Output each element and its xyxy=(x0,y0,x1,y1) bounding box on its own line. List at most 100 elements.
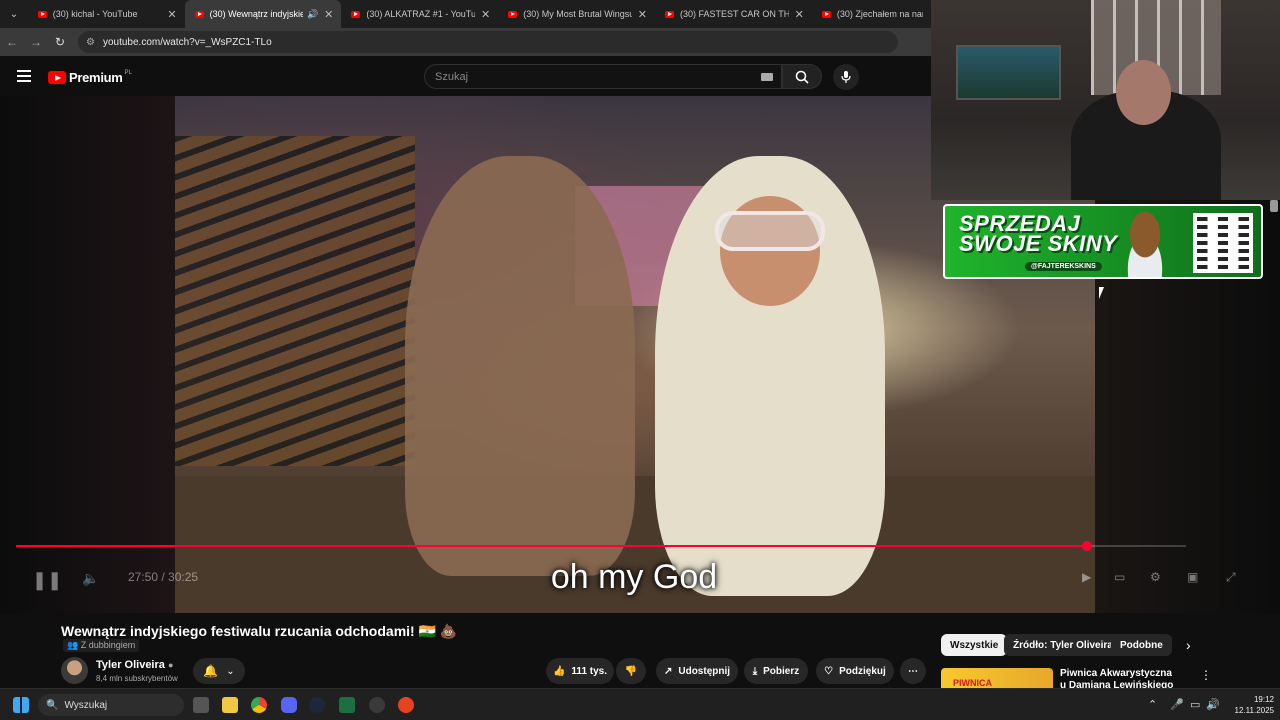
speaker-icon[interactable]: 🔊 xyxy=(307,9,318,20)
windows-start-icon[interactable] xyxy=(13,697,29,713)
subscriber-count: 8,4 mln subskrybentów xyxy=(96,674,178,683)
tab-title: (30) Zjechałem na nartach xyxy=(836,9,923,19)
logo-text: Premium xyxy=(69,70,123,85)
progress-scrubber[interactable] xyxy=(1081,541,1092,551)
network-icon[interactable]: ▭ xyxy=(1190,698,1200,711)
address-bar: ← → ↻ ⚙ youtube.com/watch?v=_WsPZC1-TLo xyxy=(0,28,931,56)
volume-icon[interactable]: 🔊 xyxy=(1206,698,1220,711)
ambient-left xyxy=(0,96,175,613)
search-placeholder: Szukaj xyxy=(435,70,469,83)
chevron-up-icon[interactable]: ⌃ xyxy=(1148,698,1157,711)
reload-icon[interactable]: ↻ xyxy=(48,35,72,49)
youtube-favicon-icon xyxy=(665,10,675,18)
qr-code-icon xyxy=(1193,213,1253,273)
obs-icon[interactable] xyxy=(369,697,385,713)
tab-3[interactable]: (30) ALKATRAZ #1 - YouTube ✕ xyxy=(341,0,498,28)
windows-taskbar: 🔍 Wyszukaj ⌃ 🎤 ▭ 🔊 19:12 12.11.2025 xyxy=(0,688,1280,720)
progress-bar[interactable] xyxy=(16,541,1186,551)
sponsor-banner: SPRZEDAJ SWOJE SKINY @FAJTEREKSKINS xyxy=(943,204,1263,279)
thanks-button[interactable]: ♡ Podziękuj xyxy=(816,658,894,684)
tab-4[interactable]: (30) My Most Brutal Wingsuit F ✕ xyxy=(498,0,655,28)
system-clock[interactable]: 19:12 12.11.2025 xyxy=(1226,694,1274,716)
like-button[interactable]: 👍 111 tys. xyxy=(546,658,614,684)
more-icon: ⋯ xyxy=(908,665,918,677)
scene-man xyxy=(405,156,635,576)
task-view-icon[interactable] xyxy=(193,697,209,713)
webcam-overlay xyxy=(931,0,1280,200)
tab-title: (30) Wewnątrz indyjskiego f xyxy=(209,9,303,19)
banner-line-2: SWOJE SKINY xyxy=(959,231,1118,256)
tab-6[interactable]: (30) Zjechałem na nartach xyxy=(812,0,931,28)
verified-icon: ● xyxy=(167,660,174,670)
keyboard-icon[interactable] xyxy=(761,73,773,81)
app-icon[interactable] xyxy=(398,697,414,713)
video-title: Wewnątrz indyjskiego festiwalu rzucania … xyxy=(61,623,458,639)
country-code: PL xyxy=(124,69,132,76)
youtube-header: Premium PL Szukaj xyxy=(0,56,931,96)
download-button[interactable]: ⤓ Pobierz xyxy=(744,658,808,684)
tab-5[interactable]: (30) FASTEST CAR ON THE PLA ✕ xyxy=(655,0,812,28)
chip-source[interactable]: Źródło: Tyler Oliveira xyxy=(1004,634,1122,656)
microphone-icon[interactable]: 🎤 xyxy=(1170,698,1184,711)
menu-icon[interactable] xyxy=(17,70,31,85)
site-info-icon[interactable]: ⚙ xyxy=(86,37,95,48)
close-tab-icon[interactable]: ✕ xyxy=(638,8,647,21)
recommendation-thumbnail[interactable]: PIWNICA xyxy=(941,668,1053,688)
tab-title: (30) FASTEST CAR ON THE PLA xyxy=(680,9,789,19)
back-icon[interactable]: ← xyxy=(0,35,24,49)
progress-fill xyxy=(16,545,1087,547)
youtube-favicon-icon xyxy=(351,10,361,18)
youtube-favicon-icon xyxy=(508,10,518,18)
url-field[interactable]: ⚙ youtube.com/watch?v=_WsPZC1-TLo xyxy=(78,31,898,53)
youtube-favicon-icon xyxy=(194,10,204,18)
more-actions-button[interactable]: ⋯ xyxy=(900,658,926,684)
tab-2-active[interactable]: (30) Wewnątrz indyjskiego f 🔊 ✕ xyxy=(184,0,342,28)
search-icon: 🔍 xyxy=(46,699,59,711)
thumbs-up-icon: 👍 xyxy=(552,665,566,677)
clock-time: 19:12 xyxy=(1253,695,1274,704)
taskbar-search-input[interactable]: 🔍 Wyszukaj xyxy=(38,694,184,716)
discord-icon[interactable] xyxy=(281,697,297,713)
banner-handle: @FAJTEREKSKINS xyxy=(1025,262,1102,271)
excel-icon[interactable] xyxy=(339,697,355,713)
search-input[interactable]: Szukaj xyxy=(424,64,782,89)
close-tab-icon[interactable]: ✕ xyxy=(481,8,490,21)
close-tab-icon[interactable]: ✕ xyxy=(324,8,333,21)
close-tab-icon[interactable]: ✕ xyxy=(167,8,176,21)
thumbs-down-icon: 👎 xyxy=(624,665,638,677)
search-icon xyxy=(795,70,809,84)
tab-search-icon[interactable]: ⌄ xyxy=(0,0,28,28)
dislike-button[interactable]: 👎 xyxy=(616,658,646,684)
chevron-right-icon[interactable]: › xyxy=(1186,637,1191,653)
thumbnail-text: PIWNICA xyxy=(953,678,992,688)
microphone-icon xyxy=(841,71,851,83)
steam-icon[interactable] xyxy=(309,697,325,713)
share-button[interactable]: ↗ Udostępnij xyxy=(656,658,738,684)
tab-title: (30) ALKATRAZ #1 - YouTube xyxy=(366,9,475,19)
forward-icon[interactable]: → xyxy=(24,35,48,49)
thanks-label: Podziękuj xyxy=(839,665,886,677)
channel-name[interactable]: Tyler Oliveira ● xyxy=(96,659,173,671)
more-vertical-icon[interactable]: ⋮ xyxy=(1200,668,1212,682)
voice-search-button[interactable] xyxy=(833,64,859,90)
close-tab-icon[interactable]: ✕ xyxy=(795,8,804,21)
file-explorer-icon[interactable] xyxy=(222,697,238,713)
browser-tab-bar: ⌄ (30) kichal - YouTube ✕ (30) Wewnątrz … xyxy=(0,0,931,28)
channel-avatar[interactable] xyxy=(61,657,88,684)
search-button[interactable] xyxy=(782,64,822,89)
chip-all[interactable]: Wszystkie xyxy=(941,634,1008,656)
banner-title: SPRZEDAJ SWOJE SKINY xyxy=(959,213,1118,256)
video-info: Wewnątrz indyjskiego festiwalu rzucania … xyxy=(0,613,1280,691)
chip-related[interactable]: Podobne xyxy=(1111,634,1172,656)
channel-name-text: Tyler Oliveira xyxy=(96,659,165,671)
scrollbar[interactable] xyxy=(1270,200,1278,212)
dubbing-badge: 👥 Z dubbingiem xyxy=(63,639,140,652)
youtube-logo[interactable]: Premium PL xyxy=(48,70,132,85)
clock-date: 12.11.2025 xyxy=(1234,706,1274,715)
url-text: youtube.com/watch?v=_WsPZC1-TLo xyxy=(102,36,272,48)
dog-mascot-icon xyxy=(1115,210,1175,277)
subscription-bell-button[interactable]: 🔔 ⌄ xyxy=(193,658,245,684)
tab-1[interactable]: (30) kichal - YouTube ✕ xyxy=(28,0,185,28)
share-label: Udostępnij xyxy=(678,665,731,677)
chrome-icon[interactable] xyxy=(251,697,267,713)
